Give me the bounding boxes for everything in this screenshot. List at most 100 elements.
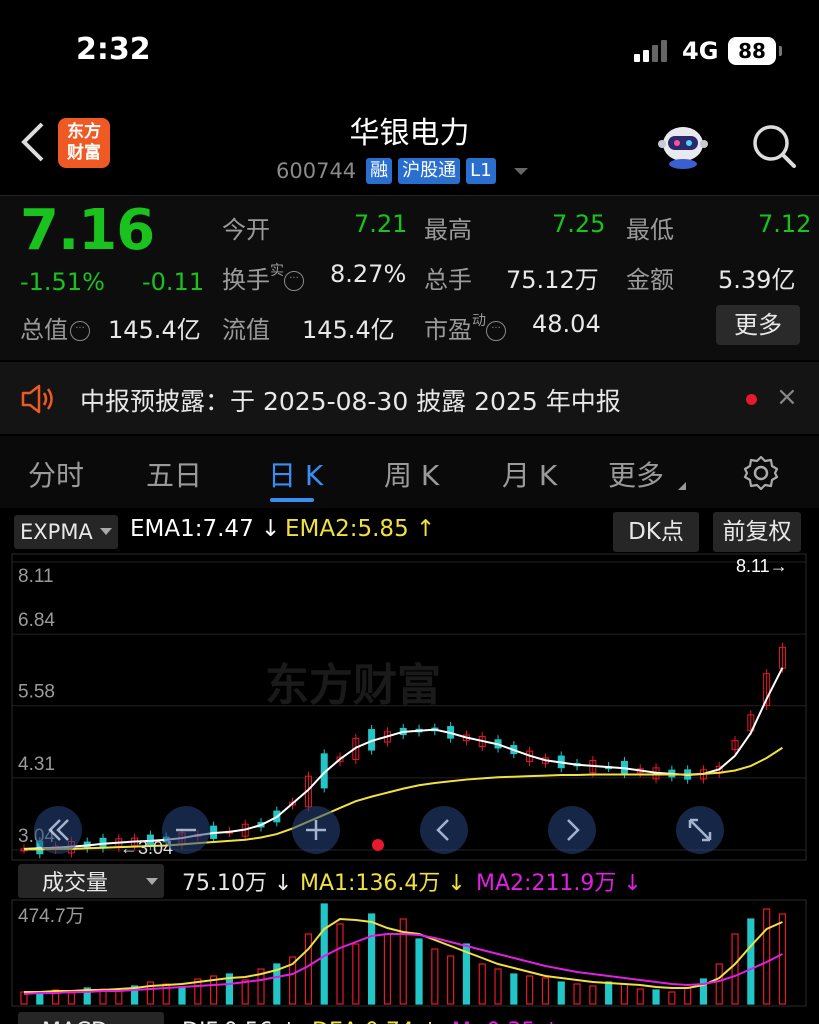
tab-weekly-k[interactable]: 周 K (384, 454, 439, 494)
more-button[interactable]: 更多 (716, 305, 800, 345)
volume-bar (652, 989, 660, 1005)
volume-bar (336, 923, 344, 1005)
high-value: 7.25 (552, 210, 606, 238)
volume-bar (178, 986, 186, 1005)
y-tick-label: 8.11 (18, 566, 54, 587)
volume-bar (715, 963, 723, 1005)
change-percent: -1.51% (20, 268, 105, 296)
volume-bar (241, 979, 249, 1005)
tab-monthly-k[interactable]: 月 K (502, 454, 557, 494)
open-label: 今开 (222, 216, 270, 244)
volume-value: 75.12万 (506, 266, 599, 294)
volume-bar (763, 908, 771, 1005)
tab-daily-k[interactable]: 日 K (268, 454, 323, 494)
tag-margin: 融 (366, 158, 393, 184)
indicator-select[interactable]: EXPMA (14, 515, 118, 549)
info-icon: ··· (284, 271, 304, 291)
watermark: 东方财富 (265, 660, 441, 711)
macd-m-value: M:-0.35 ↓ (452, 1019, 561, 1024)
right-nav-icon[interactable] (548, 806, 596, 854)
high-label: 最高 (424, 216, 472, 244)
info-icon: ··· (70, 321, 90, 341)
volume-bar (352, 943, 360, 1005)
notice-bar[interactable]: 中报预披露：于 2025-08-30 披露 2025 年中报 × (0, 362, 819, 434)
volume-value: 75.10万 ↓ (182, 871, 292, 896)
battery-icon: 88 (728, 37, 782, 65)
adjust-button[interactable]: 前复权 (713, 512, 801, 552)
low-label: 最低 (626, 216, 674, 244)
volume-bar (684, 987, 692, 1005)
volume-bar (541, 977, 550, 1005)
tab-five-day[interactable]: 五日 (146, 454, 202, 494)
volume-bar (589, 985, 597, 1005)
stock-code: 600744 (276, 159, 357, 183)
amount-label: 金额 (626, 266, 674, 294)
volume-select-label: 成交量 (42, 871, 108, 896)
close-icon[interactable]: × (776, 382, 798, 412)
max-price-label: 8.11→ (736, 556, 788, 576)
volume-bar (431, 948, 439, 1005)
speaker-icon (20, 382, 56, 416)
volume-bar (383, 933, 392, 1005)
low-value: 7.12 (758, 210, 812, 238)
volume-bar (747, 918, 755, 1005)
unread-dot (746, 394, 757, 405)
network-type: 4G (682, 37, 719, 65)
amount-value: 5.39亿 (718, 266, 796, 294)
tab-intraday[interactable]: 分时 (28, 454, 84, 494)
mktcap-value: 145.4亿 (108, 316, 201, 344)
vol-ma2-value: MA2:211.9万 ↓ (476, 871, 642, 896)
volume-bar (573, 983, 581, 1005)
volume-bar (510, 973, 518, 1005)
stock-subline[interactable]: 600744 融 沪股通 L1 (276, 157, 528, 185)
volume-bar (478, 963, 486, 1005)
chevron-down-icon[interactable] (513, 167, 528, 175)
volume-bar (668, 991, 676, 1005)
turnover-label: 换手实 ··· (222, 260, 304, 295)
left-nav-icon[interactable] (420, 806, 468, 854)
chevron-corner-icon (678, 482, 686, 490)
change-amount: -0.11 (142, 268, 205, 296)
vol-ma1-line (24, 917, 783, 993)
volume-bar (447, 955, 455, 1005)
volume-bar (304, 933, 313, 1005)
tab-more[interactable]: 更多 (608, 454, 664, 494)
volume-bar (557, 981, 565, 1005)
search-icon[interactable] (750, 122, 798, 170)
volume-bar (526, 975, 534, 1005)
signal-icon (634, 40, 670, 62)
kline-chart[interactable]: 8.116.845.584.313.04东方财富8.11→←3.04成交量75.… (0, 552, 819, 1024)
volume-bar (731, 933, 739, 1005)
tag-level: L1 (466, 158, 496, 184)
y-tick-label: 6.84 (18, 610, 55, 631)
volume-bar (778, 913, 787, 1005)
volume-max-label: 474.7万 (18, 906, 85, 927)
y-tick-label: 5.58 (18, 682, 55, 703)
pe-value: 48.04 (532, 310, 601, 338)
volume-bar (620, 983, 629, 1005)
macd-dif-value: DIF:0.56 ↓ (182, 1019, 298, 1024)
volume-bar (494, 968, 502, 1005)
ema2-value: EMA2:5.85 ↑ (285, 516, 436, 542)
ema1-value: EMA1:7.47 ↓ (130, 516, 281, 542)
info-icon: ··· (486, 321, 506, 341)
volume-bar (605, 981, 613, 1005)
volume-bar (36, 993, 44, 1005)
chart-toolbar: EXPMA EMA1:7.47 ↓ EMA2:5.85 ↑ DK点 前复权 (0, 512, 819, 552)
status-bar: 2:32 4G 88 (0, 0, 819, 100)
vol-ma2-line (23, 933, 783, 995)
active-tab-indicator (270, 498, 314, 502)
macd-select-label: MACD (42, 1019, 108, 1024)
vol-ma1-value: MA1:136.4万 ↓ (300, 871, 466, 896)
gear-icon[interactable] (742, 454, 780, 492)
tag-connect: 沪股通 (398, 158, 461, 184)
chevron-down-icon (100, 528, 112, 535)
dk-point-button[interactable]: DK点 (613, 512, 699, 552)
open-value: 7.21 (354, 210, 408, 238)
turnover-value: 8.27% (330, 260, 407, 288)
status-time: 2:32 (76, 32, 151, 67)
period-tabs: 分时 五日 日 K 周 K 月 K 更多 (0, 436, 819, 508)
robot-assistant-icon[interactable] (656, 122, 710, 170)
macd-dea-value: DEA:0.74 ↓ (312, 1019, 439, 1024)
volume-bar (67, 992, 76, 1005)
